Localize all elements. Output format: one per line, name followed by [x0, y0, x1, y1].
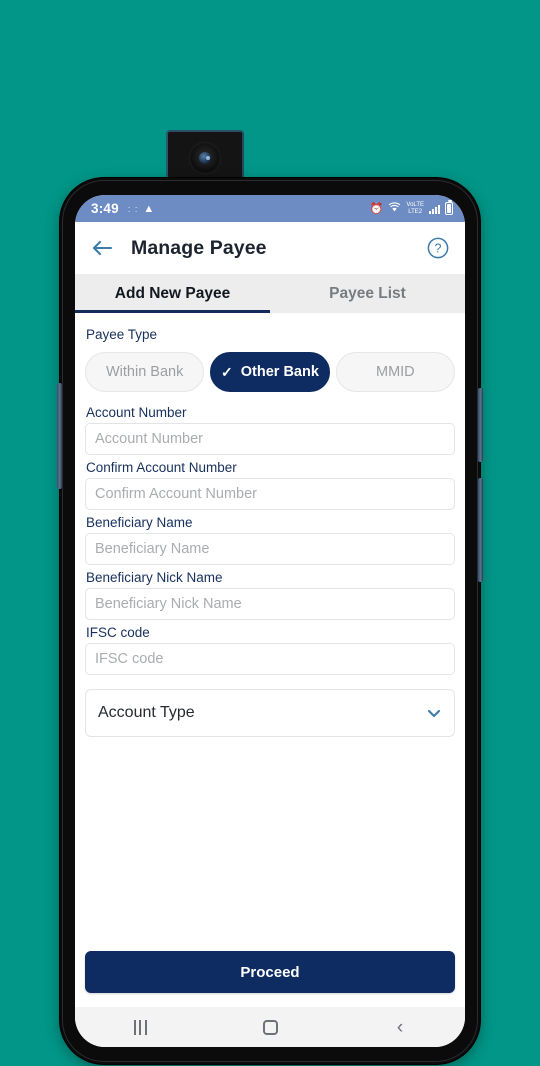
status-bar: 3:49 : : ▲ ⏰ VoLTE LTE2	[75, 195, 465, 222]
field-ifsc-code: IFSC code	[85, 625, 455, 675]
wifi-icon	[388, 201, 401, 216]
signal-bars-icon	[429, 204, 440, 214]
popup-selfie-camera	[166, 130, 244, 182]
payee-type-chip-other-bank[interactable]: ✓ Other Bank	[210, 352, 330, 392]
side-key-button[interactable]	[478, 478, 483, 582]
tab-add-new-payee[interactable]: Add New Payee	[75, 274, 270, 313]
recents-icon	[133, 1019, 147, 1035]
account-type-dropdown-value: Account Type	[98, 704, 195, 721]
form-spacer	[85, 737, 455, 951]
field-confirm-account-number-label: Confirm Account Number	[86, 460, 237, 475]
alarm-clock-icon: ⏰	[369, 203, 384, 215]
volte-indicator: VoLTE LTE2	[406, 202, 424, 215]
payee-type-chip-mmid[interactable]: MMID	[335, 352, 455, 392]
android-nav-bar: ‹	[75, 1007, 465, 1047]
payee-type-chip-group: Within Bank ✓ Other Bank MMID	[85, 352, 455, 392]
payee-type-chip-within-bank-label: Within Bank	[105, 364, 184, 380]
cta-container: Proceed	[75, 951, 465, 1007]
ifsc-code-input[interactable]	[85, 643, 455, 675]
field-account-number: Account Number	[85, 405, 455, 455]
field-beneficiary-nick-name-label: Beneficiary Nick Name	[86, 570, 223, 585]
tab-payee-list-label: Payee List	[329, 284, 406, 302]
camera-lens-icon	[189, 142, 221, 174]
recents-button[interactable]	[75, 1019, 205, 1035]
power-button[interactable]	[478, 388, 483, 462]
tab-bar: Add New Payee Payee List	[75, 274, 465, 313]
field-beneficiary-name-label: Beneficiary Name	[86, 515, 193, 530]
page-title: Manage Payee	[131, 236, 267, 259]
phone-frame: 3:49 : : ▲ ⏰ VoLTE LTE2 Manage Payee ? A…	[57, 178, 483, 1064]
home-square-icon	[262, 1019, 278, 1035]
tab-add-new-payee-label: Add New Payee	[114, 284, 231, 302]
back-chevron-icon: ‹	[396, 1016, 404, 1038]
field-beneficiary-name: Beneficiary Name	[85, 515, 455, 565]
volume-button[interactable]	[57, 383, 62, 489]
payee-type-chip-mmid-label: MMID	[375, 364, 415, 380]
help-circle-icon[interactable]: ?	[425, 235, 451, 261]
battery-full-icon	[445, 200, 453, 215]
chevron-down-icon	[424, 703, 444, 723]
app-bar: Manage Payee ?	[75, 222, 465, 274]
field-account-number-label: Account Number	[86, 405, 187, 420]
account-number-input[interactable]	[85, 423, 455, 455]
arrow-left-icon[interactable]	[87, 233, 117, 263]
back-button[interactable]: ‹	[335, 1018, 465, 1037]
payee-type-chip-other-bank-label: Other Bank	[240, 364, 319, 380]
payee-type-chip-within-bank[interactable]: Within Bank	[85, 352, 205, 392]
svg-text:?: ?	[435, 242, 442, 256]
field-confirm-account-number: Confirm Account Number	[85, 460, 455, 510]
confirm-account-number-input[interactable]	[85, 478, 455, 510]
home-button[interactable]	[205, 1019, 335, 1035]
phone-screen: 3:49 : : ▲ ⏰ VoLTE LTE2 Manage Payee ? A…	[75, 195, 465, 1047]
check-icon: ✓	[221, 363, 233, 380]
field-ifsc-code-label: IFSC code	[86, 625, 150, 640]
status-dots: : :	[127, 203, 139, 214]
field-beneficiary-nick-name: Beneficiary Nick Name	[85, 570, 455, 620]
add-payee-form: Payee Type Within Bank ✓ Other Bank MMID…	[75, 313, 465, 951]
warning-triangle-icon: ▲	[143, 202, 155, 215]
proceed-button[interactable]: Proceed	[85, 951, 455, 993]
beneficiary-nick-name-input[interactable]	[85, 588, 455, 620]
status-time: 3:49	[91, 201, 119, 216]
beneficiary-name-input[interactable]	[85, 533, 455, 565]
account-type-dropdown[interactable]: Account Type	[85, 689, 455, 737]
payee-type-label: Payee Type	[86, 327, 158, 342]
tab-payee-list[interactable]: Payee List	[270, 274, 465, 313]
